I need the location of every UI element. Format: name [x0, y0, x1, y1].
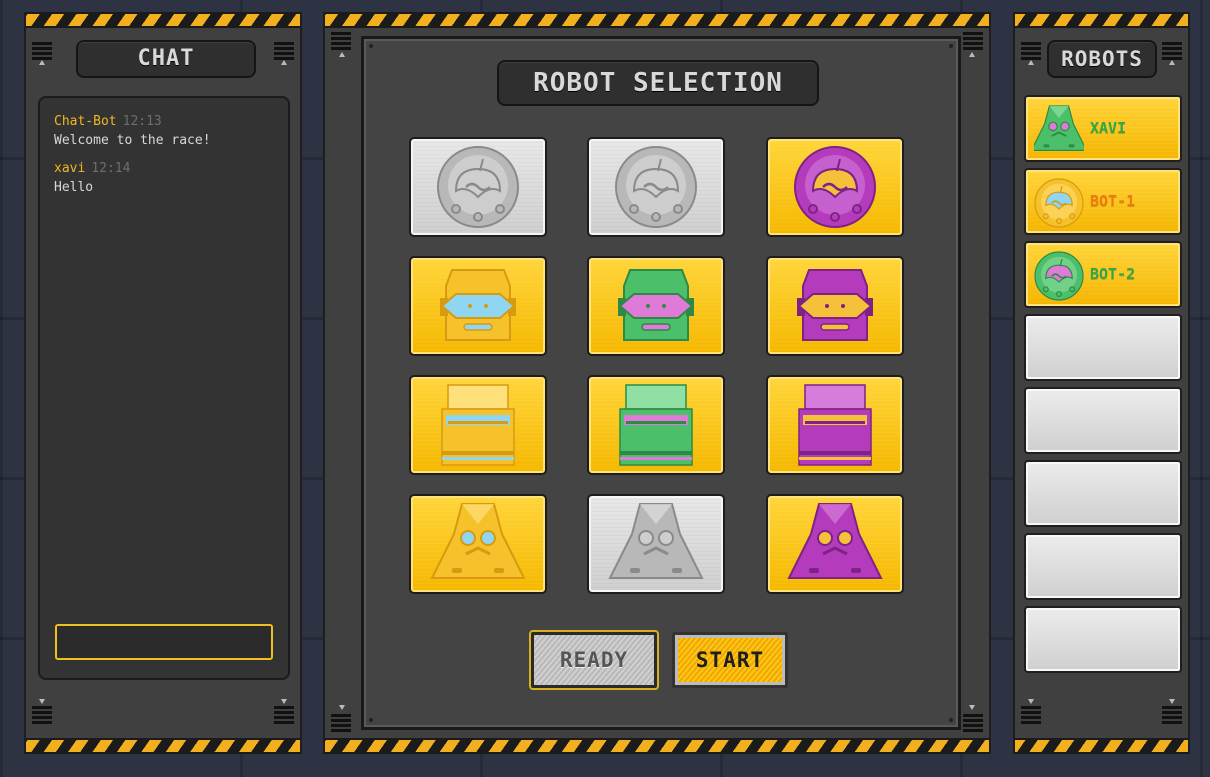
hazard-stripe-bottom: [1015, 738, 1188, 754]
chat-title: CHAT: [76, 40, 256, 78]
chat-timestamp: 12:14: [91, 161, 131, 176]
screw-icon: [949, 718, 953, 722]
robots-panel: ROBOTS XAVI BOT-1 BOT-2: [1013, 12, 1190, 754]
vent-icon: [1162, 706, 1182, 724]
player-robot-icon: [1034, 251, 1084, 301]
vent-icon: [1021, 706, 1041, 724]
scroll-up-arrow-icon: [1169, 60, 1175, 65]
robot-selection-panel: ROBOT SELECTION READY START: [323, 12, 991, 754]
robot-head-icon: [618, 269, 694, 341]
hazard-stripe-bottom: [325, 738, 989, 754]
scroll-up-arrow-icon: [281, 60, 287, 65]
ready-button[interactable]: READY: [529, 630, 659, 690]
robot-head-icon: [440, 269, 516, 341]
robot-selection-title: ROBOT SELECTION: [497, 60, 819, 106]
chat-message: xavi 12:14 Hello: [54, 161, 130, 195]
player-slot: XAVI: [1024, 95, 1182, 162]
robot-option-green-head[interactable]: [587, 256, 725, 356]
vent-icon: [32, 42, 52, 60]
scroll-down-arrow-icon: [1169, 699, 1175, 704]
robot-pyramid-icon: [787, 503, 883, 579]
robot-option-purple-box[interactable]: [766, 375, 904, 475]
start-button[interactable]: START: [672, 632, 788, 688]
chat-message: Chat-Bot 12:13 Welcome to the race!: [54, 114, 211, 148]
chat-panel: CHAT Chat-Bot 12:13 Welcome to the race! …: [24, 12, 302, 754]
empty-player-slot: [1024, 314, 1182, 381]
hazard-stripe-top: [1015, 12, 1188, 28]
chat-input[interactable]: [55, 624, 273, 660]
chat-author: xavi: [54, 161, 86, 176]
robot-pyramid-icon: [608, 503, 704, 579]
hazard-stripe-top: [325, 12, 989, 28]
empty-player-slot: [1024, 533, 1182, 600]
vent-icon: [1021, 42, 1041, 60]
empty-player-slot: [1024, 387, 1182, 454]
robot-option-yellow-box[interactable]: [409, 375, 547, 475]
scroll-up-arrow-icon: [339, 52, 345, 57]
screw-icon: [949, 44, 953, 48]
scroll-down-arrow-icon: [1028, 699, 1034, 704]
scroll-up-arrow-icon: [1028, 60, 1034, 65]
player-robot-icon: [1034, 178, 1084, 228]
screw-icon: [369, 44, 373, 48]
robot-option-gray-pyramid[interactable]: [587, 494, 725, 594]
robot-option-yellow-pyramid[interactable]: [409, 494, 547, 594]
player-name: BOT-2: [1090, 265, 1136, 283]
screw-icon: [369, 718, 373, 722]
vent-icon: [1162, 42, 1182, 60]
robot-option-gray-round[interactable]: [587, 137, 725, 237]
robot-round-icon: [615, 146, 697, 228]
vent-icon: [963, 714, 983, 732]
vent-icon: [331, 714, 351, 732]
robot-option-green-box[interactable]: [587, 375, 725, 475]
scroll-up-arrow-icon: [39, 60, 45, 65]
chat-author: Chat-Bot: [54, 114, 117, 129]
scroll-down-arrow-icon: [969, 705, 975, 710]
robot-option-purple-round[interactable]: [766, 137, 904, 237]
hazard-stripe-bottom: [26, 738, 300, 754]
robot-round-icon: [794, 146, 876, 228]
scroll-down-arrow-icon: [281, 699, 287, 704]
vent-icon: [274, 706, 294, 724]
scroll-up-arrow-icon: [969, 52, 975, 57]
player-name: XAVI: [1090, 119, 1127, 137]
vent-icon: [274, 42, 294, 60]
player-slot: BOT-2: [1024, 241, 1182, 308]
robot-head-icon: [797, 269, 873, 341]
robot-option-purple-head[interactable]: [766, 256, 904, 356]
vent-icon: [331, 32, 351, 50]
chat-text: Hello: [54, 180, 94, 195]
chat-text: Welcome to the race!: [54, 133, 211, 148]
chat-timestamp: 12:13: [122, 114, 162, 129]
robots-title: ROBOTS: [1047, 40, 1157, 78]
robot-box-icon: [798, 384, 872, 466]
empty-player-slot: [1024, 460, 1182, 527]
hazard-stripe-top: [26, 12, 300, 28]
vent-icon: [963, 32, 983, 50]
player-name: BOT-1: [1090, 192, 1136, 210]
scroll-down-arrow-icon: [39, 699, 45, 704]
scroll-down-arrow-icon: [339, 705, 345, 710]
player-slot: BOT-1: [1024, 168, 1182, 235]
robot-round-icon: [437, 146, 519, 228]
robot-option-gray-round[interactable]: [409, 137, 547, 237]
robot-box-icon: [441, 384, 515, 466]
robot-option-yellow-head[interactable]: [409, 256, 547, 356]
empty-player-slot: [1024, 606, 1182, 673]
chat-log[interactable]: Chat-Bot 12:13 Welcome to the race! xavi 1…: [38, 96, 290, 680]
robot-option-purple-pyramid[interactable]: [766, 494, 904, 594]
robot-box-icon: [619, 384, 693, 466]
vent-icon: [32, 706, 52, 724]
robot-pyramid-icon: [430, 503, 526, 579]
player-robot-icon: [1034, 105, 1084, 152]
